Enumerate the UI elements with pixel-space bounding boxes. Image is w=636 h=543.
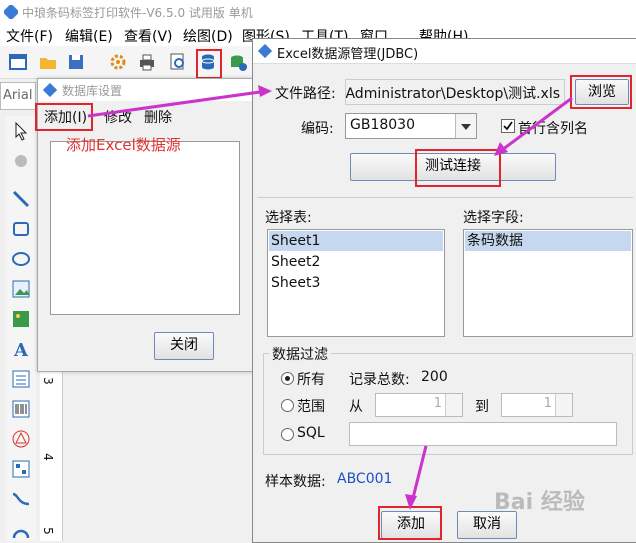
arrow-to-add-button (411, 445, 428, 499)
watermark: Bai 经验 (494, 490, 585, 515)
arrow-browse-to-test (501, 96, 573, 152)
arrow-head (494, 142, 508, 156)
arrow-to-file-path (87, 90, 261, 118)
arrow-head (258, 85, 272, 97)
annotation-arrows (87, 85, 573, 510)
arrow-head (405, 494, 417, 510)
